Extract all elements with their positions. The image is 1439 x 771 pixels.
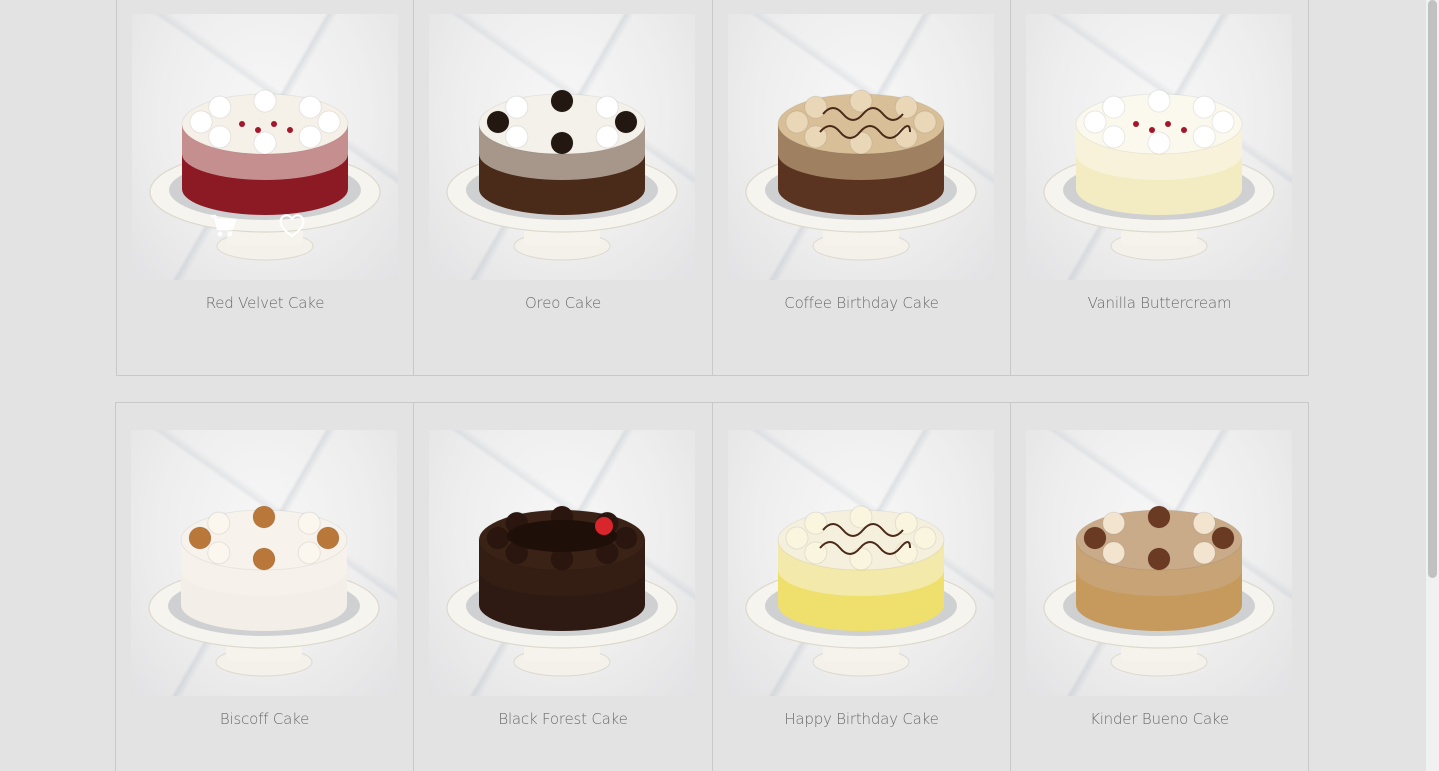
cake-illustration (745, 505, 977, 677)
product-image[interactable] (1026, 14, 1292, 280)
cart-icon[interactable] (207, 209, 239, 241)
product-name[interactable]: Biscoff Cake (116, 710, 413, 728)
cake-illustration (1043, 89, 1275, 261)
heart-icon-glyph (279, 214, 305, 238)
cake-illustration (148, 505, 380, 677)
cake-illustration (745, 89, 977, 261)
product-name[interactable]: Kinder Bueno Cake (1011, 710, 1308, 728)
product-name[interactable]: Red Velvet Cake (117, 294, 413, 312)
product-card[interactable]: Happy Birthday Cake (712, 402, 1011, 771)
product-name[interactable]: Happy Birthday Cake (713, 710, 1010, 728)
product-name[interactable]: Oreo Cake (414, 294, 712, 312)
product-card[interactable]: Coffee Birthday Cake (712, 0, 1011, 376)
product-grid-page: Red Velvet Cake Oreo Cake Coffee Birthda… (0, 0, 1439, 771)
vertical-scrollbar[interactable] (1426, 0, 1439, 771)
product-card[interactable]: Oreo Cake (413, 0, 713, 376)
product-image[interactable] (1026, 430, 1292, 696)
product-card[interactable]: Red Velvet Cake (116, 0, 414, 376)
product-grid: Red Velvet Cake Oreo Cake Coffee Birthda… (115, 0, 1309, 771)
product-image[interactable] (131, 430, 397, 696)
product-image[interactable] (728, 430, 994, 696)
product-card[interactable]: Vanilla Buttercream (1010, 0, 1309, 376)
cake-illustration (446, 505, 678, 677)
product-name[interactable]: Coffee Birthday Cake (713, 294, 1010, 312)
product-card[interactable]: Black Forest Cake (413, 402, 713, 771)
product-image[interactable] (429, 14, 695, 280)
product-name[interactable]: Black Forest Cake (414, 710, 712, 728)
product-card[interactable]: Biscoff Cake (115, 402, 414, 771)
cake-illustration (1043, 505, 1275, 677)
product-card[interactable]: Kinder Bueno Cake (1010, 402, 1309, 771)
product-name[interactable]: Vanilla Buttercream (1011, 294, 1308, 312)
product-image[interactable] (728, 14, 994, 280)
product-actions (117, 209, 413, 241)
cart-icon-glyph (211, 214, 237, 237)
scrollbar-thumb[interactable] (1428, 0, 1437, 578)
cake-illustration (446, 89, 678, 261)
heart-icon[interactable] (276, 209, 308, 241)
product-image[interactable] (429, 430, 695, 696)
